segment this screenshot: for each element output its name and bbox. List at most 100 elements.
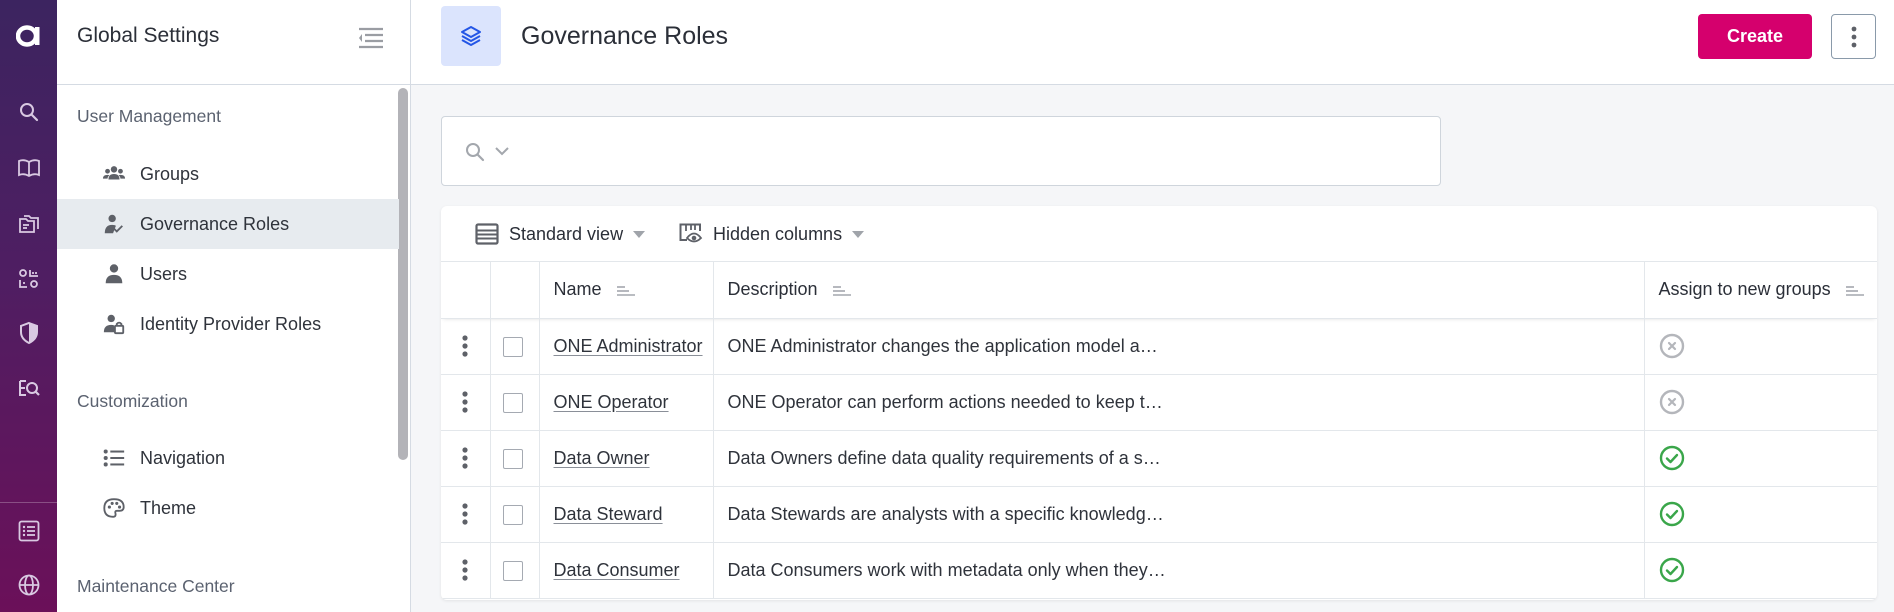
rail-global-settings[interactable] [0,565,57,605]
table-row[interactable]: ONE Administrator ONE Administrator chan… [441,318,1877,375]
row-checkbox[interactable] [502,448,523,469]
sidebar-item-governance-roles[interactable]: Governance Roles [57,199,399,249]
collapse-sidebar-button[interactable] [356,26,384,50]
sidebar-item-label: Governance Roles [140,213,290,234]
row-select-cell [490,374,540,431]
search-docs-icon [18,380,40,396]
sidebar-item-groups[interactable]: Groups [57,149,399,199]
sidebar-item-identity-provider-roles[interactable]: Identity Provider Roles [57,299,399,349]
sidebar-item-users[interactable]: Users [57,249,399,299]
folder-icon [18,215,39,233]
user-check-icon [101,213,127,235]
section-maintenance-center: Maintenance Center [77,576,235,596]
header-description[interactable]: Description [713,262,1645,319]
kebab-menu-icon [1851,26,1856,47]
search-icon [19,103,38,122]
row-checkbox[interactable] [502,504,523,525]
collapse-menu-icon [359,27,383,49]
row-actions-cell [441,542,491,599]
search-input[interactable] [522,127,1422,175]
role-description: ONE Administrator changes the applicatio… [727,335,1168,356]
caret-down-icon [852,230,865,238]
roles-table: Name Description Assign to new groups ON… [441,262,1877,599]
rail-tasks[interactable] [0,511,57,551]
row-checkbox[interactable] [502,336,523,357]
section-customization: Customization [77,391,188,411]
rail-governance[interactable] [0,313,57,353]
chevron-down-icon[interactable] [494,143,510,159]
row-checkbox[interactable] [502,560,523,581]
rail-catalog[interactable] [0,204,57,244]
table-header-row: Name Description Assign to new groups [441,262,1877,319]
header-assign-to-new-groups[interactable]: Assign to new groups [1644,262,1877,319]
table-row[interactable]: Data Consumer Data Consumers work with m… [441,542,1877,599]
book-icon [17,159,40,178]
sidebar-item-label: Groups [140,163,200,184]
assign-cell [1644,374,1877,431]
assign-cell [1644,430,1877,487]
user-lock-icon [101,313,127,335]
groups-icon [101,163,127,185]
sidebar-header: Global Settings [57,0,410,85]
table-view-icon [475,223,499,245]
row-select-cell [490,318,540,375]
x-circle-icon [1659,389,1685,415]
sidebar-item-navigation[interactable]: Navigation [57,433,399,483]
sidebar-item-theme[interactable]: Theme [57,483,399,533]
description-cell: ONE Administrator changes the applicatio… [713,318,1645,375]
assign-cell [1644,542,1877,599]
row-checkbox[interactable] [502,392,523,413]
sort-icon[interactable] [1845,285,1864,297]
sidebar-scrollbar[interactable] [398,88,408,460]
name-cell: ONE Operator [539,374,714,431]
x-circle-icon [1659,333,1685,359]
hidden-columns-icon [679,223,703,243]
role-name-link[interactable]: Data Consumer [554,560,680,580]
rail-search[interactable] [0,92,57,132]
header-name[interactable]: Name [539,262,714,319]
rail-data-observability[interactable] [0,368,57,408]
table-toolbar: Standard view Hidden columns [441,206,1877,262]
sort-icon[interactable] [832,285,851,297]
row-select-cell [490,430,540,487]
table-row[interactable]: ONE Operator ONE Operator can perform ac… [441,374,1877,431]
more-actions-button[interactable] [1831,14,1876,59]
create-button[interactable]: Create [1698,14,1812,59]
role-description: Data Consumers work with metadata only w… [727,559,1168,580]
assign-cell [1644,318,1877,375]
rail-divider [0,502,57,503]
sort-icon[interactable] [616,285,635,297]
rail-glossary[interactable] [0,148,57,188]
row-actions-cell [441,318,491,375]
table-row[interactable]: Data Owner Data Owners define data quali… [441,430,1877,487]
role-name-link[interactable]: ONE Operator [554,392,669,412]
role-description: Data Owners define data quality requirem… [727,447,1168,468]
sidebar-item-label: Identity Provider Roles [140,313,322,334]
app-logo[interactable] [0,18,57,54]
table-row[interactable]: Data Steward Data Stewards are analysts … [441,486,1877,543]
role-name-link[interactable]: Data Steward [554,504,663,524]
description-cell: Data Stewards are analysts with a specif… [713,486,1645,543]
row-kebab-menu-icon[interactable] [462,559,468,581]
row-actions-cell [441,486,491,543]
rail-data-quality[interactable] [0,259,57,299]
description-cell: Data Consumers work with metadata only w… [713,542,1645,599]
role-name-link[interactable]: Data Owner [554,448,650,468]
layers-icon [461,26,481,46]
sidebar-title: Global Settings [77,24,220,47]
roles-table-card: Standard view Hidden columns Name Descri… [441,206,1877,600]
header-actions [441,262,491,319]
hidden-columns-dropdown[interactable]: Hidden columns [679,218,865,250]
standard-view-dropdown[interactable]: Standard view [475,218,646,250]
check-circle-icon [1659,445,1685,471]
row-kebab-menu-icon[interactable] [462,335,468,357]
row-kebab-menu-icon[interactable] [462,447,468,469]
check-circle-icon [1659,501,1685,527]
sidebar-item-label: Navigation [140,447,226,468]
row-kebab-menu-icon[interactable] [462,503,468,525]
role-name-link[interactable]: ONE Administrator [554,336,703,356]
assign-cell [1644,486,1877,543]
check-circle-icon [1659,557,1685,583]
row-kebab-menu-icon[interactable] [462,391,468,413]
shield-icon [19,321,38,345]
